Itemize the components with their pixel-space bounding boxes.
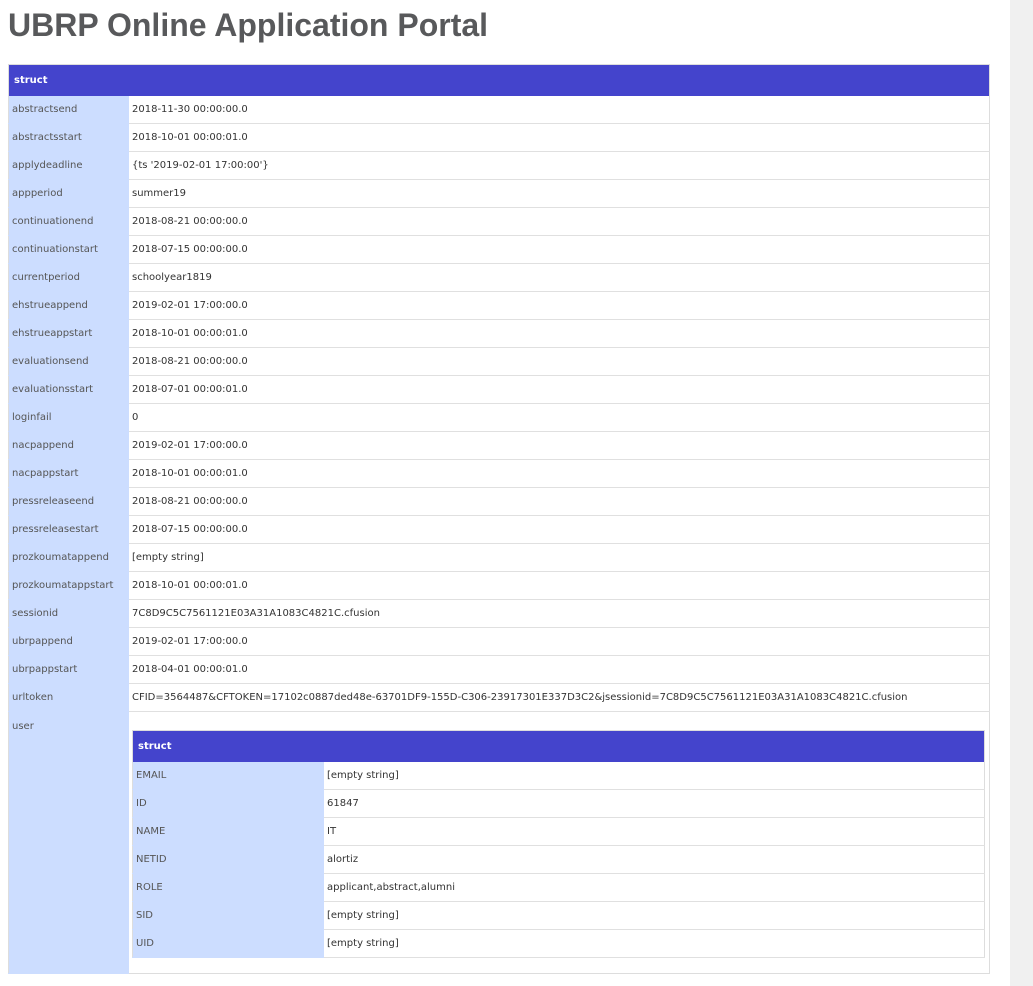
row-value: CFID=3564487&CFTOKEN=17102c0887ded48e-63… — [129, 683, 990, 712]
row-key[interactable]: continuationstart — [8, 235, 129, 264]
row-key[interactable]: prozkoumatappstart — [8, 571, 129, 600]
table-row: appperiod summer19 — [8, 179, 990, 208]
table-row: prozkoumatappstart 2018-10-01 00:00:01.0 — [8, 571, 990, 600]
row-value: 2018-08-21 00:00:00.0 — [129, 347, 990, 376]
struct-header[interactable]: struct — [8, 64, 990, 96]
table-row: evaluationsend 2018-08-21 00:00:00.0 — [8, 347, 990, 376]
row-value: applicant,abstract,alumni — [324, 873, 985, 902]
row-value: IT — [324, 817, 985, 846]
table-row: UID [empty string] — [132, 929, 985, 958]
table-row: NAME IT — [132, 817, 985, 846]
row-key[interactable]: ID — [132, 789, 324, 818]
row-key[interactable]: sessionid — [8, 599, 129, 628]
row-value: 2019-02-01 17:00:00.0 — [129, 627, 990, 656]
row-key[interactable]: evaluationsstart — [8, 375, 129, 404]
row-value: 2019-02-01 17:00:00.0 — [129, 431, 990, 460]
row-value: {ts '2019-02-01 17:00:00'} — [129, 151, 990, 180]
row-value: [empty string] — [324, 929, 985, 958]
row-key[interactable]: applydeadline — [8, 151, 129, 180]
row-key[interactable]: loginfail — [8, 403, 129, 432]
row-value: 2018-07-15 00:00:00.0 — [129, 515, 990, 544]
row-key[interactable]: evaluationsend — [8, 347, 129, 376]
row-key[interactable]: abstractsend — [8, 96, 129, 124]
row-value: 2018-07-01 00:00:01.0 — [129, 375, 990, 404]
table-row: ubrpappend 2019-02-01 17:00:00.0 — [8, 627, 990, 656]
table-row: urltoken CFID=3564487&CFTOKEN=17102c0887d… — [8, 683, 990, 712]
row-value: 7C8D9C5C7561121E03A31A1083C4821C.cfusion — [129, 599, 990, 628]
row-key[interactable]: nacpappend — [8, 431, 129, 460]
row-value: 2018-10-01 00:00:01.0 — [129, 319, 990, 348]
table-row: abstractsend 2018-11-30 00:00:00.0 — [8, 96, 990, 124]
row-value: 2018-07-15 00:00:00.0 — [129, 235, 990, 264]
row-key[interactable]: NETID — [132, 845, 324, 874]
row-key[interactable]: urltoken — [8, 683, 129, 712]
table-row: ROLE applicant,abstract,alumni — [132, 873, 985, 902]
row-value: [empty string] — [129, 543, 990, 572]
table-row: continuationstart 2018-07-15 00:00:00.0 — [8, 235, 990, 264]
row-value: [empty string] — [324, 762, 985, 790]
table-row: nacpappstart 2018-10-01 00:00:01.0 — [8, 459, 990, 488]
user-struct-table: struct EMAIL [empty string] ID 61847 NAME IT N… — [132, 730, 985, 958]
table-row: abstractsstart 2018-10-01 00:00:01.0 — [8, 123, 990, 152]
table-row: SID [empty string] — [132, 901, 985, 930]
row-value: 61847 — [324, 789, 985, 818]
struct-dump-table: struct abstractsend 2018-11-30 00:00:00.0… — [8, 64, 990, 974]
table-row: NETID alortiz — [132, 845, 985, 874]
table-row: ID 61847 — [132, 789, 985, 818]
row-key[interactable]: pressreleaseend — [8, 487, 129, 516]
row-value: schoolyear1819 — [129, 263, 990, 292]
table-row: currentperiod schoolyear1819 — [8, 263, 990, 292]
row-key[interactable]: continuationend — [8, 207, 129, 236]
table-row: continuationend 2018-08-21 00:00:00.0 — [8, 207, 990, 236]
table-row: pressreleasestart 2018-07-15 00:00:00.0 — [8, 515, 990, 544]
row-key[interactable]: ehstrueappend — [8, 291, 129, 320]
table-row: prozkoumatappend [empty string] — [8, 543, 990, 572]
row-key[interactable]: ubrpappend — [8, 627, 129, 656]
row-value: 2018-08-21 00:00:00.0 — [129, 487, 990, 516]
table-row: evaluationsstart 2018-07-01 00:00:01.0 — [8, 375, 990, 404]
row-key[interactable]: EMAIL — [132, 762, 324, 790]
row-key[interactable]: ehstrueappstart — [8, 319, 129, 348]
row-value: 2018-10-01 00:00:01.0 — [129, 571, 990, 600]
row-key[interactable]: appperiod — [8, 179, 129, 208]
table-row: ehstrueappend 2019-02-01 17:00:00.0 — [8, 291, 990, 320]
row-value: 0 — [129, 403, 990, 432]
row-key[interactable]: user — [8, 711, 129, 974]
user-struct-header[interactable]: struct — [132, 730, 985, 762]
page: UBRP Online Application Portal struct ab… — [0, 0, 1010, 986]
table-row: nacpappend 2019-02-01 17:00:00.0 — [8, 431, 990, 460]
table-row: pressreleaseend 2018-08-21 00:00:00.0 — [8, 487, 990, 516]
row-key[interactable]: ROLE — [132, 873, 324, 902]
row-key[interactable]: pressreleasestart — [8, 515, 129, 544]
row-value: 2018-10-01 00:00:01.0 — [129, 459, 990, 488]
row-value: summer19 — [129, 179, 990, 208]
table-row: applydeadline {ts '2019-02-01 17:00:00'} — [8, 151, 990, 180]
row-value: 2018-08-21 00:00:00.0 — [129, 207, 990, 236]
row-value: [empty string] — [324, 901, 985, 930]
struct-row-user: user struct EMAIL [empty string] ID 61847 NA… — [8, 711, 990, 974]
table-row: loginfail 0 — [8, 403, 990, 432]
row-key[interactable]: nacpappstart — [8, 459, 129, 488]
row-value: 2019-02-01 17:00:00.0 — [129, 291, 990, 320]
row-key[interactable]: ubrpappstart — [8, 655, 129, 684]
scrollbar-track[interactable] — [1010, 0, 1033, 986]
page-title: UBRP Online Application Portal — [8, 7, 489, 43]
row-value: 2018-10-01 00:00:01.0 — [129, 123, 990, 152]
row-key[interactable]: prozkoumatappend — [8, 543, 129, 572]
table-row: EMAIL [empty string] — [132, 762, 985, 790]
row-value: 2018-04-01 00:00:01.0 — [129, 655, 990, 684]
row-value: 2018-11-30 00:00:00.0 — [129, 96, 990, 124]
table-row: ehstrueappstart 2018-10-01 00:00:01.0 — [8, 319, 990, 348]
row-key[interactable]: currentperiod — [8, 263, 129, 292]
row-key[interactable]: abstractsstart — [8, 123, 129, 152]
row-key[interactable]: SID — [132, 901, 324, 930]
nested-struct-cell: struct EMAIL [empty string] ID 61847 NAME IT N… — [129, 711, 990, 974]
row-key[interactable]: UID — [132, 929, 324, 958]
row-key[interactable]: NAME — [132, 817, 324, 846]
table-row: sessionid 7C8D9C5C7561121E03A31A1083C4821… — [8, 599, 990, 628]
table-row: ubrpappstart 2018-04-01 00:00:01.0 — [8, 655, 990, 684]
row-value: alortiz — [324, 845, 985, 874]
